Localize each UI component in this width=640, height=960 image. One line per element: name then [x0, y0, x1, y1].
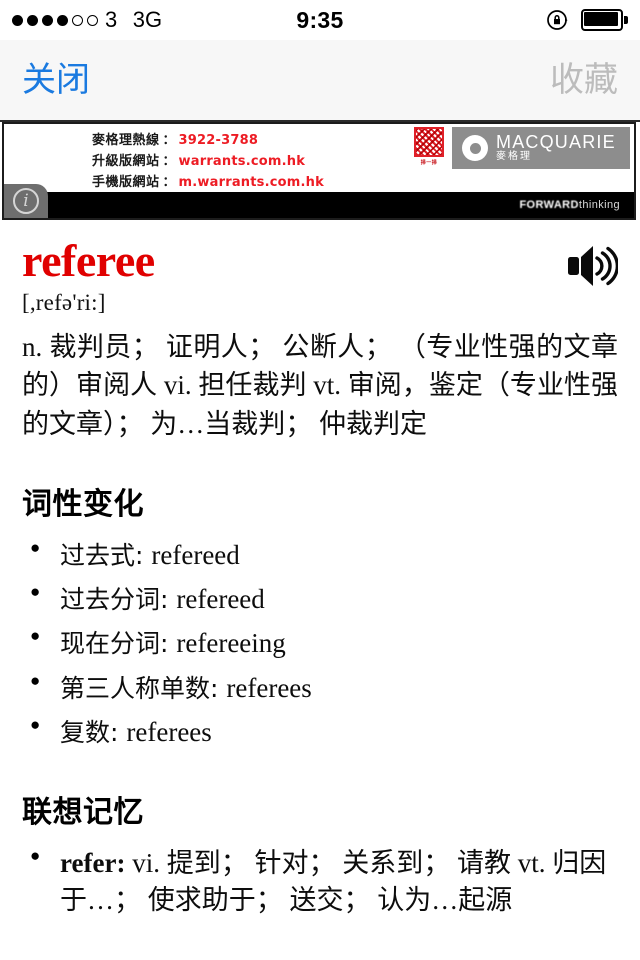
inflection-label: 过去分词:: [60, 585, 177, 615]
inflections-heading: 词性变化: [22, 486, 144, 522]
association-word: refer:: [60, 848, 126, 879]
ad-line: 手機版網站 ： m.warrants.com.hk: [92, 171, 324, 190]
ad-line-colon: ：: [162, 174, 176, 189]
brand-name-cn: 麥格理: [496, 151, 532, 163]
inflection-value: refereed: [176, 584, 265, 615]
inflection-label: 过去式:: [60, 540, 152, 570]
ad-tagline: FORWARDthinking: [519, 199, 620, 211]
close-button[interactable]: 关闭: [22, 63, 90, 97]
inflection-value: referees: [126, 716, 212, 747]
ad-content: 麥格理熱線 ： 3922-3788 升級版網站 ： warrants.com.h…: [4, 124, 634, 192]
ad-line-value: 3922-3788: [178, 133, 259, 148]
inflection-label: 现在分词:: [60, 629, 177, 659]
association-heading: 联想记忆: [22, 795, 144, 831]
list-item: 现在分词: refereeing: [22, 624, 618, 662]
ad-line: 升級版網站 ： warrants.com.hk: [92, 150, 324, 169]
qr-caption: 掃一掃: [420, 160, 438, 166]
tagline-bold: FORWARD: [519, 199, 579, 211]
speaker-icon[interactable]: [566, 244, 618, 288]
macquarie-ring-icon: [462, 135, 488, 161]
ad-line-label: 麥格理熱線: [92, 133, 160, 148]
tagline-light: thinking: [578, 199, 620, 211]
advertisement-banner[interactable]: 麥格理熱線 ： 3922-3788 升級版網站 ： warrants.com.h…: [0, 122, 640, 222]
ad-frame[interactable]: 麥格理熱線 ： 3922-3788 升級版網站 ： warrants.com.h…: [2, 122, 636, 220]
ad-line-label: 手機版網站: [92, 175, 160, 190]
status-bar: 3 3G 9:35: [0, 0, 640, 40]
ad-info-button[interactable]: i: [4, 184, 48, 218]
list-item: 第三人称单数: referees: [22, 669, 618, 707]
navigation-bar: 关闭 收藏: [0, 40, 640, 122]
battery-icon: [581, 9, 628, 31]
favorite-button[interactable]: 收藏: [550, 63, 618, 97]
inflection-value: refereed: [151, 539, 240, 570]
list-item: 复数: referees: [22, 713, 618, 751]
list-item: 过去分词: refereed: [22, 580, 618, 618]
list-item: 过去式: refereed: [22, 536, 618, 574]
headword-row: referee: [22, 236, 618, 288]
phonetic-transcription: [,refə'ri:]: [22, 290, 106, 315]
macquarie-logo: MACQUARIE 麥格理: [452, 127, 630, 169]
brand-name: MACQUARIE: [496, 132, 616, 153]
inflection-value: refereeing: [176, 628, 286, 659]
ad-line-colon: ：: [162, 132, 176, 147]
ad-tagline-bar: FORWARDthinking: [4, 192, 634, 218]
association-body: vi. 提到； 针对； 关系到； 请教 vt. 归因于…； 使求助于； 送交； …: [60, 848, 607, 916]
ad-brand-area: 掃一掃 MACQUARIE 麥格理: [412, 127, 630, 169]
association-list: refer: vi. 提到； 针对； 关系到； 请教 vt. 归因于…； 使求助…: [22, 844, 618, 920]
list-item: refer: vi. 提到； 针对； 关系到； 请教 vt. 归因于…； 使求助…: [22, 844, 618, 920]
ad-line: 麥格理熱線 ： 3922-3788: [92, 129, 324, 148]
ad-line-value: m.warrants.com.hk: [178, 175, 324, 190]
ad-line-label: 升級版網站: [92, 154, 160, 169]
status-bar-clock: 9:35: [296, 6, 344, 33]
headword: referee: [22, 235, 155, 286]
entry-content: referee [,refə'ri:] n. 裁判员； 证明人； 公断人； （专…: [0, 222, 640, 920]
ad-line-value: warrants.com.hk: [178, 154, 306, 169]
inflection-label: 复数:: [60, 717, 127, 747]
qr-code-icon: 掃一掃: [412, 127, 446, 167]
definition-text: n. 裁判员； 证明人； 公断人； （专业性强的文章的）审阅人 vi. 担任裁判…: [22, 332, 618, 439]
info-icon: i: [13, 188, 39, 214]
dictionary-entry-screen: 3 3G 9:35 关闭 收藏 麥格理熱線 ： 3922-3788 升級版網站 …: [0, 0, 640, 960]
inflection-label: 第三人称单数:: [60, 673, 227, 703]
inflections-list: 过去式: refereed 过去分词: refereed 现在分词: refer…: [22, 536, 618, 751]
inflection-value: referees: [226, 672, 312, 703]
ad-line-colon: ：: [162, 153, 176, 168]
ad-contact-lines: 麥格理熱線 ： 3922-3788 升級版網站 ： warrants.com.h…: [4, 124, 324, 192]
